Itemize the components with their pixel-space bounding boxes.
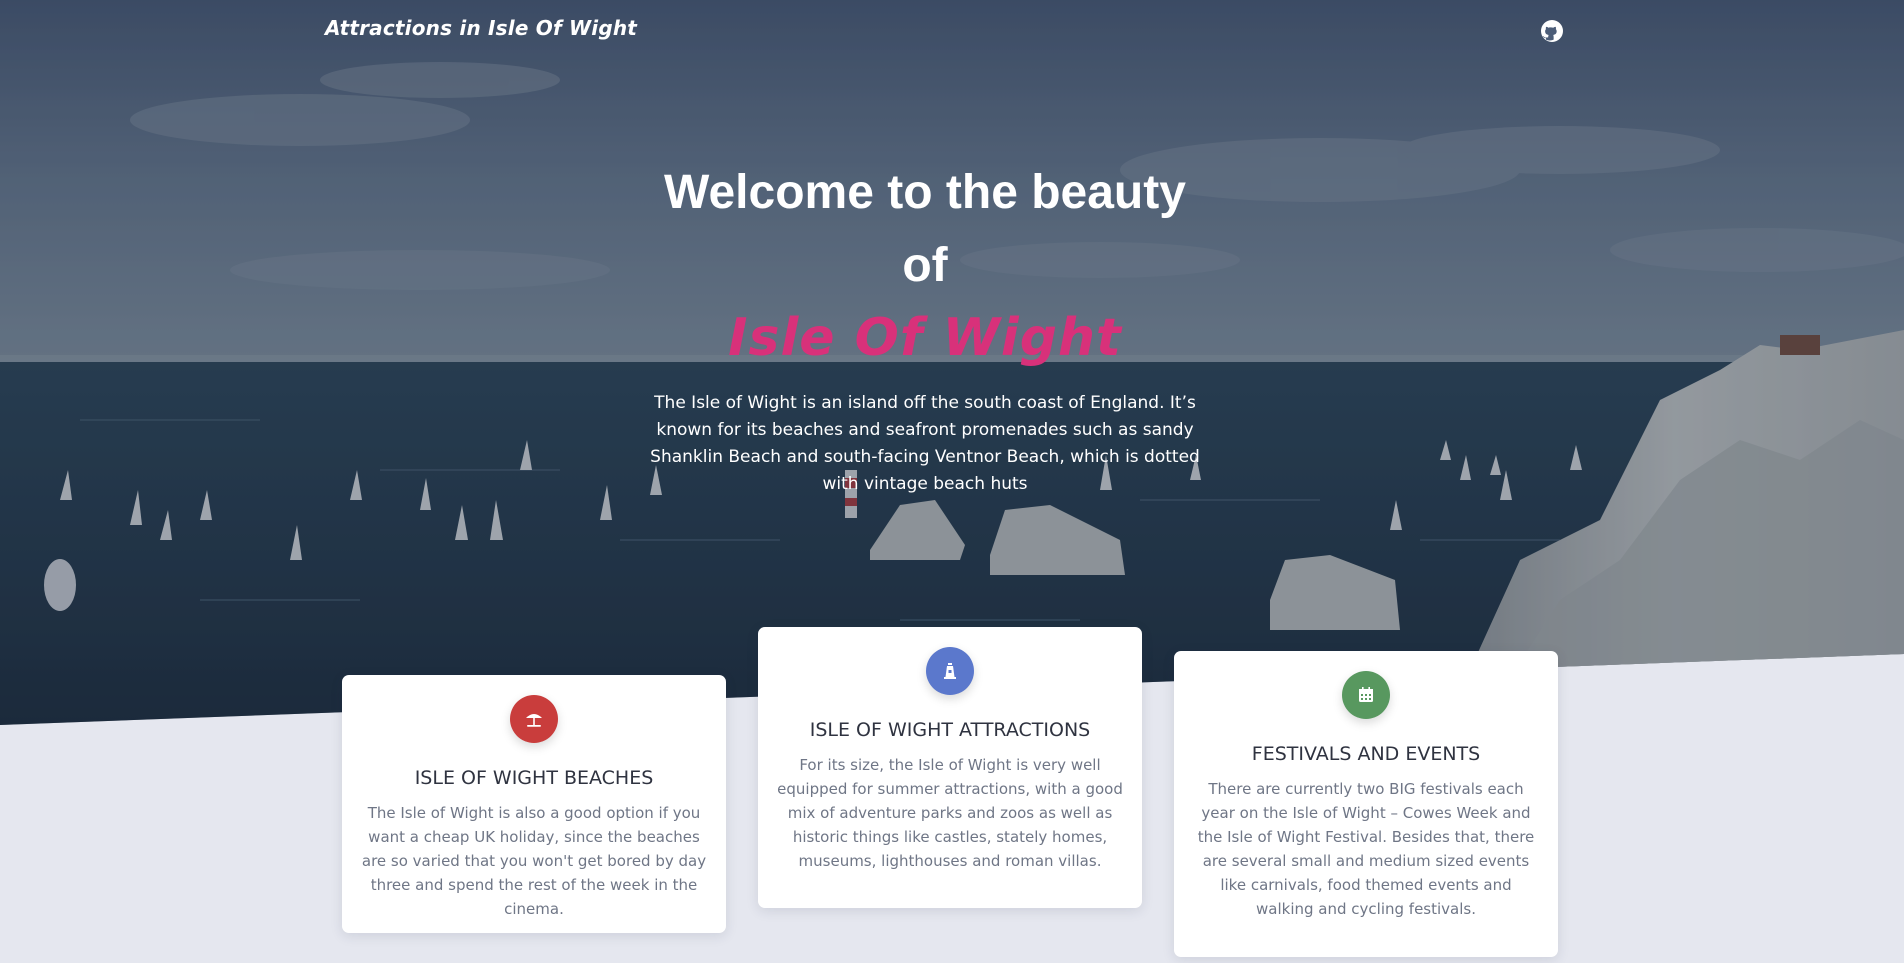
navbar: Attractions in Isle Of Wight (0, 0, 1904, 60)
feature-card-festivals: FESTIVALS AND EVENTS There are currently… (1174, 651, 1558, 957)
hero-highlight-title: Isle Of Wight (728, 308, 1122, 368)
beach-umbrella-icon (510, 695, 558, 743)
navbar-brand[interactable]: Attractions in Isle Of Wight (325, 16, 637, 40)
lighthouse-icon (926, 647, 974, 695)
page: Attractions in Isle Of Wight Welcome to … (0, 0, 1904, 963)
card-text: For its size, the Isle of Wight is very … (777, 756, 1123, 870)
card-text: There are currently two BIG festivals ea… (1197, 780, 1535, 918)
card-title: ISLE OF WIGHT ATTRACTIONS (809, 719, 1091, 741)
calendar-icon (1342, 671, 1390, 719)
hero-title: Welcome to the beauty of (664, 166, 1186, 292)
hero-section: Attractions in Isle Of Wight Welcome to … (0, 0, 1904, 725)
feature-card-attractions: ISLE OF WIGHT ATTRACTIONS For its size, … (758, 627, 1142, 908)
card-title: FESTIVALS AND EVENTS (1251, 743, 1481, 765)
hero-description: The Isle of Wight is an island off the s… (650, 393, 1200, 494)
feature-card-beaches: ISLE OF WIGHT BEACHES The Isle of Wight … (342, 675, 726, 933)
card-text: The Isle of Wight is also a good option … (361, 804, 707, 918)
github-icon[interactable] (1541, 20, 1563, 42)
card-title: ISLE OF WIGHT BEACHES (414, 767, 654, 789)
